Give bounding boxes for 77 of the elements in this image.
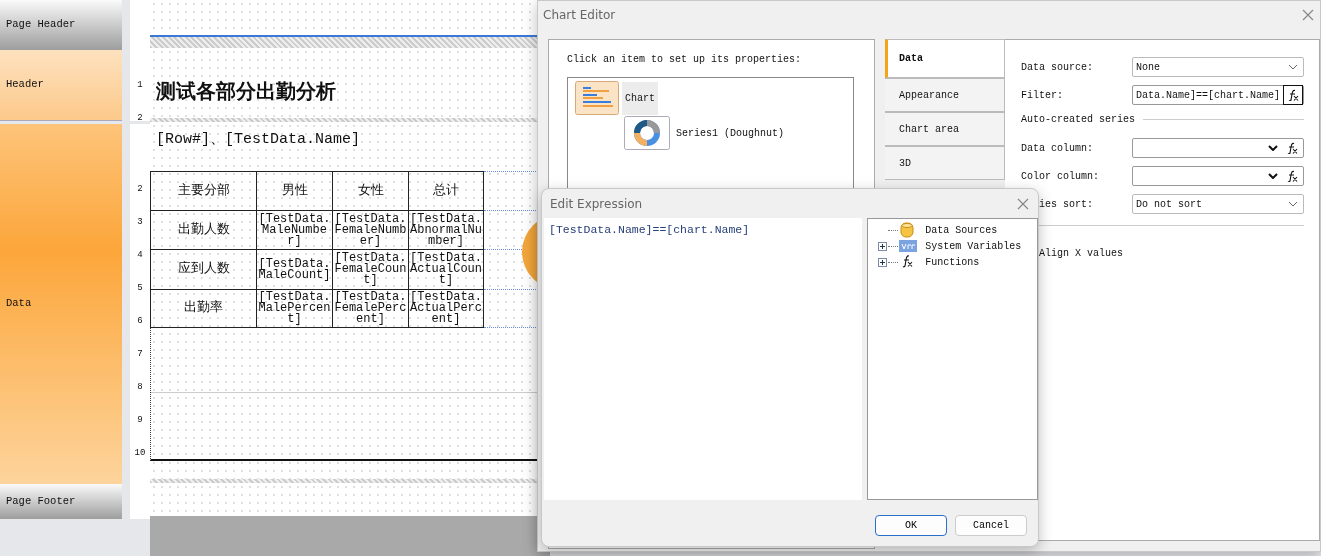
column-header: 主要分部 — [150, 171, 257, 211]
tree-item[interactable]: Functions — [925, 254, 980, 270]
variable-icon — [899, 238, 918, 254]
table-cell: [TestData.MaleCount] — [256, 249, 333, 290]
field-label: Data source: — [1021, 61, 1093, 73]
window-title: Chart Editor — [543, 7, 616, 24]
close-button[interactable] — [1302, 9, 1314, 21]
tab[interactable]: Appearance — [885, 78, 1005, 112]
doughnut-chart-icon — [624, 116, 670, 150]
table-cell: [TestData.FemaleNumber] — [332, 210, 409, 250]
chevron-down-icon — [1268, 145, 1278, 151]
ruler-number: 5 — [137, 282, 143, 294]
band-label[interactable]: Header — [0, 50, 122, 121]
input-field[interactable]: Data.Name]==[chart.Name] — [1132, 85, 1304, 105]
dialog-button[interactable]: Cancel — [955, 515, 1027, 536]
table-cell: [TestData.MaleNumber] — [256, 210, 333, 250]
expand-icon[interactable] — [878, 241, 888, 251]
dropdown[interactable]: None — [1132, 57, 1304, 77]
ruler-number: 7 — [137, 348, 143, 360]
tree-item[interactable]: Chart — [622, 81, 658, 115]
tab[interactable]: Data — [885, 39, 1005, 78]
tab[interactable]: Chart area — [885, 112, 1005, 146]
report-subtitle: [Row#]、[TestData.Name] — [155, 130, 362, 150]
chevron-down-icon — [1268, 173, 1278, 179]
field-label: Filter: — [1021, 89, 1063, 101]
table-cell: [TestData.ActualCount] — [408, 249, 484, 290]
close-icon — [1017, 197, 1029, 210]
report-title: 测试各部分出勤分析 — [155, 79, 337, 104]
tree-item[interactable]: Data Sources — [925, 222, 998, 238]
band-label[interactable]: Data — [0, 124, 122, 484]
dropdown[interactable]: Do not sort — [1132, 194, 1304, 214]
band-label[interactable]: Page Footer — [0, 484, 122, 519]
bar-chart-icon — [575, 81, 619, 115]
dropdown[interactable] — [1132, 166, 1304, 186]
table-cell: [TestData.ActualPercent] — [408, 289, 484, 328]
table-cell: 应到人数 — [150, 249, 257, 290]
ruler-number: 6 — [137, 315, 143, 327]
dialog-title: Edit Expression — [550, 195, 643, 213]
field-label: Color column: — [1021, 170, 1099, 182]
column-header: 男性 — [256, 171, 333, 211]
chevron-down-icon — [1288, 64, 1298, 70]
option-label: Align X values — [1039, 247, 1123, 259]
field-label: ies sort: — [1039, 198, 1093, 210]
table-cell: [TestData.FemaleCount] — [332, 249, 409, 290]
ruler-number: 8 — [137, 381, 143, 393]
ruler-number: 2 — [137, 112, 143, 124]
table-cell: [TestData.AbnormalNumber] — [408, 210, 484, 250]
expand-icon[interactable] — [878, 257, 888, 267]
chevron-down-icon — [1288, 201, 1298, 207]
close-icon — [1302, 9, 1314, 21]
ruler-number: 10 — [134, 447, 146, 459]
field-label: Data column: — [1021, 142, 1093, 154]
tab[interactable]: 3D — [885, 146, 1005, 180]
expression-editor[interactable]: [TestData.Name]==[chart.Name] — [544, 218, 863, 500]
table-cell: [TestData.FemalePercent] — [332, 289, 409, 328]
function-icon — [1287, 89, 1299, 101]
ruler-number: 9 — [137, 414, 143, 426]
tree-item[interactable]: Series1 (Doughnut) — [673, 116, 788, 150]
ruler-number: 1 — [137, 79, 143, 91]
column-header: 总计 — [408, 171, 484, 211]
table-cell: [TestData.MalePercent] — [256, 289, 333, 328]
dropdown[interactable] — [1132, 138, 1304, 158]
ruler-number: 4 — [137, 249, 143, 261]
table-cell: 出勤人数 — [150, 210, 257, 250]
tree-item[interactable]: System Variables — [925, 238, 1022, 254]
dialog-button[interactable]: OK — [875, 515, 947, 536]
table-cell: 出勤率 — [150, 289, 257, 328]
function-icon — [1286, 142, 1298, 154]
section-heading: Auto-created series — [1021, 113, 1136, 127]
ruler-number: 3 — [137, 216, 143, 228]
function-icon — [1286, 170, 1298, 182]
expression-button[interactable] — [1283, 85, 1303, 105]
ruler-number: 2 — [137, 183, 143, 195]
column-header: 女性 — [332, 171, 409, 211]
instruction-text: Click an item to set up its properties: — [567, 53, 803, 67]
close-button[interactable] — [1017, 197, 1029, 210]
band-label[interactable]: Page Header — [0, 0, 122, 50]
